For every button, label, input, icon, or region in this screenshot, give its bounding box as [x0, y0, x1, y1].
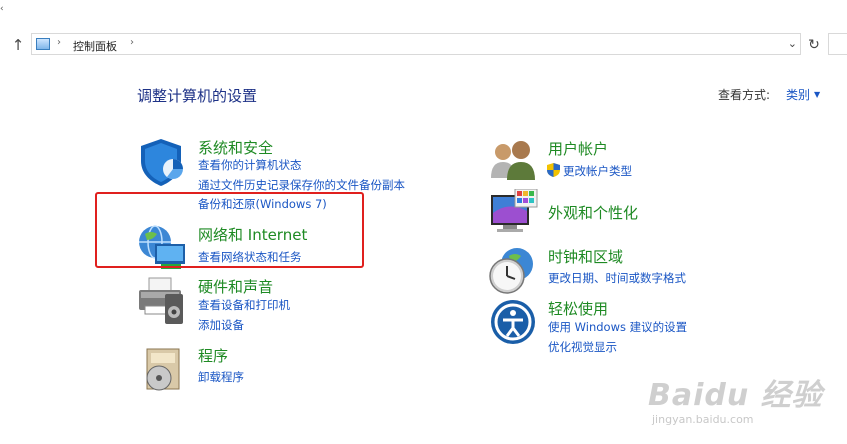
link-change-date-time[interactable]: 更改日期、时间或数字格式 [548, 270, 686, 286]
category-title-user-accounts[interactable]: 用户帐户 [548, 138, 608, 159]
view-by-dropdown[interactable]: 类别 ▼ [786, 86, 820, 103]
category-title-clock-region[interactable]: 时钟和区域 [548, 246, 623, 267]
chevron-down-icon[interactable]: ⌄ [788, 37, 797, 50]
monitor-palette-icon[interactable] [489, 189, 539, 239]
page-title: 调整计算机的设置 [137, 87, 258, 105]
watermark-brand: Baidu 经验 [648, 378, 823, 413]
breadcrumb-control-panel[interactable]: 控制面板 [73, 38, 117, 54]
category-title-hardware-sound[interactable]: 硬件和声音 [198, 276, 273, 297]
link-change-account-type[interactable]: 更改帐户类型 [563, 163, 632, 179]
category-title-appearance[interactable]: 外观和个性化 [548, 202, 638, 223]
shield-icon[interactable] [137, 137, 187, 187]
edge-marker: ‹ [0, 4, 4, 14]
link-file-history[interactable]: 通过文件历史记录保存你的文件备份副本 [198, 177, 405, 193]
highlight-box [95, 192, 364, 268]
view-by-label: 查看方式: [718, 88, 771, 102]
category-title-system-security[interactable]: 系统和安全 [198, 137, 273, 158]
link-optimize-visual-display[interactable]: 优化视觉显示 [548, 339, 617, 355]
caret-down-icon[interactable]: ▼ [814, 90, 820, 99]
link-add-device[interactable]: 添加设备 [198, 317, 244, 333]
category-title-programs[interactable]: 程序 [198, 345, 228, 366]
link-recommended-settings[interactable]: 使用 Windows 建议的设置 [548, 319, 687, 335]
uac-shield-icon [547, 163, 560, 177]
users-icon[interactable] [489, 138, 539, 188]
up-arrow-icon[interactable]: ↑ [10, 36, 26, 54]
baidu-watermark: Baidu 经验 jingyan.baidu.com [648, 370, 843, 436]
address-bar[interactable]: › 控制面板 › ⌄ [31, 33, 801, 55]
control-panel-icon [36, 38, 50, 50]
watermark-url: jingyan.baidu.com [652, 413, 754, 426]
printer-icon[interactable] [137, 276, 187, 326]
breadcrumb-separator[interactable]: › [130, 37, 134, 48]
link-devices-printers[interactable]: 查看设备和打印机 [198, 297, 290, 313]
category-title-ease-of-access[interactable]: 轻松使用 [548, 298, 608, 319]
view-by-value[interactable]: 类别 [786, 88, 810, 102]
link-uninstall-program[interactable]: 卸载程序 [198, 369, 244, 385]
search-input[interactable] [828, 33, 847, 55]
clock-globe-icon[interactable] [489, 246, 539, 296]
link-check-computer-status[interactable]: 查看你的计算机状态 [198, 157, 302, 173]
breadcrumb-separator[interactable]: › [57, 37, 61, 48]
ease-of-access-icon[interactable] [489, 298, 539, 348]
program-disc-icon[interactable] [137, 345, 187, 395]
refresh-icon[interactable]: ↻ [805, 35, 823, 55]
